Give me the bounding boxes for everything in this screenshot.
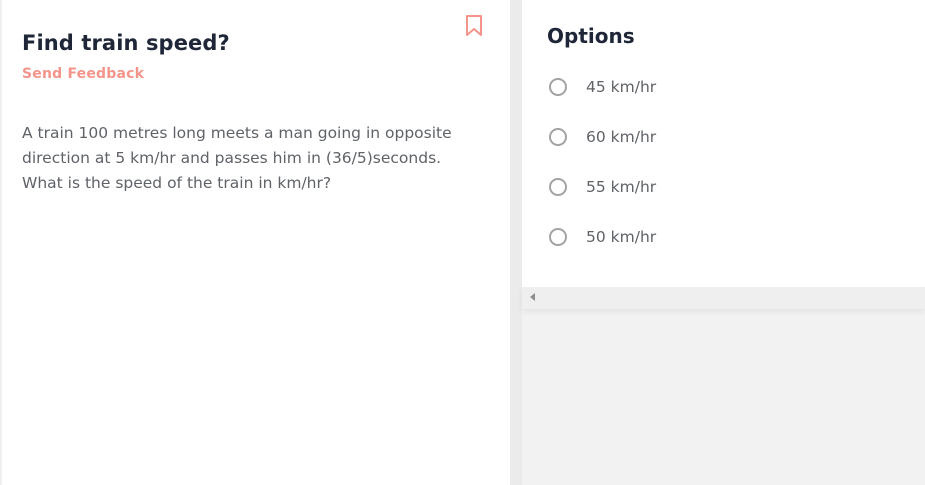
option-3[interactable]: 55 km/hr [549, 174, 899, 200]
bookmark-icon[interactable] [464, 14, 484, 38]
panel-separator [510, 0, 522, 485]
options-panel: Options 45 km/hr 60 km/hr 55 km/hr 50 km… [522, 0, 925, 287]
question-title: Find train speed? [22, 31, 230, 55]
radio-button[interactable] [549, 228, 567, 246]
options-title: Options [547, 24, 635, 48]
radio-button[interactable] [549, 128, 567, 146]
horizontal-scrollbar[interactable] [522, 287, 925, 309]
option-1[interactable]: 45 km/hr [549, 74, 899, 100]
question-text: A train 100 metres long meets a man goin… [22, 124, 452, 192]
option-label: 45 km/hr [586, 78, 657, 96]
radio-button[interactable] [549, 178, 567, 196]
option-4[interactable]: 50 km/hr [549, 224, 899, 250]
send-feedback-link[interactable]: Send Feedback [22, 66, 144, 82]
scroll-left-arrow-icon[interactable] [530, 293, 535, 301]
option-label: 55 km/hr [586, 178, 657, 196]
option-2[interactable]: 60 km/hr [549, 124, 899, 150]
question-panel: Find train speed? Send Feedback A train … [0, 0, 510, 485]
radio-button[interactable] [549, 78, 567, 96]
option-label: 50 km/hr [586, 228, 657, 246]
option-label: 60 km/hr [586, 128, 657, 146]
